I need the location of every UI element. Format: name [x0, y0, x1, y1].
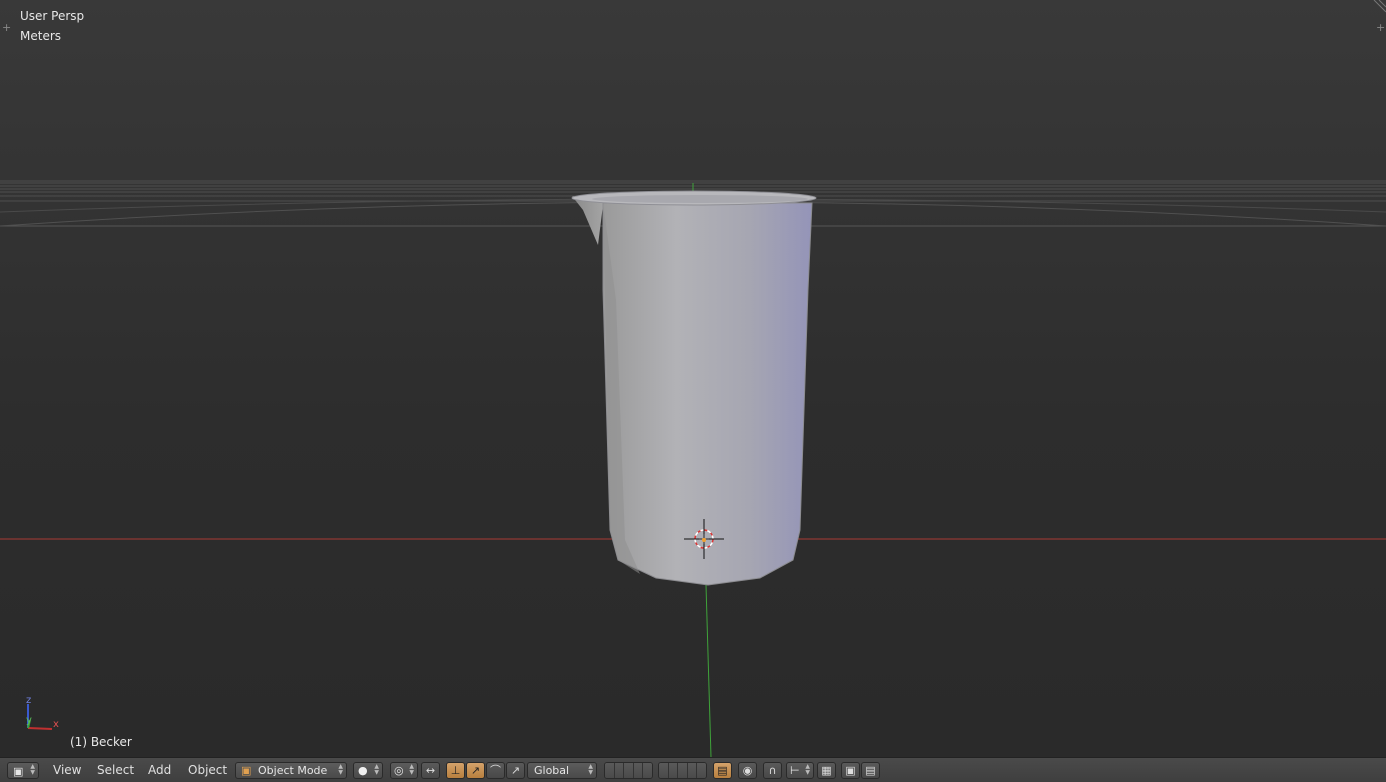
transform-orientation-dropdown[interactable]: Global ▲ ▼ [527, 762, 597, 779]
layer-button[interactable] [687, 763, 698, 778]
axis-gizmo: z y x [26, 695, 59, 730]
layer-button[interactable] [678, 763, 688, 778]
sphere-icon: ● [358, 764, 368, 777]
magnet-icon[interactable]: ∩ [763, 762, 782, 779]
chevron-updown-icon: ▲ ▼ [409, 763, 414, 776]
y-axis-line [705, 584, 712, 757]
3d-viewport[interactable]: z y x User Persp Meters (1) Becker + + [0, 0, 1386, 757]
chevron-updown-icon: ▲ ▼ [374, 763, 379, 776]
menu-select[interactable]: Select [97, 763, 134, 780]
cube-icon: ▣ [13, 765, 24, 778]
layer-button[interactable] [697, 763, 706, 778]
proportional-edit-icon[interactable]: ◉ [738, 762, 757, 779]
menu-view[interactable]: View [53, 763, 81, 780]
clapper-icon[interactable]: ▤ [861, 762, 880, 779]
layers-group-1[interactable] [604, 762, 653, 779]
layer-button[interactable] [643, 763, 652, 778]
layer-button[interactable] [624, 763, 634, 778]
orientation-label: Global [534, 764, 570, 777]
snap-target-icon[interactable]: ▦ [817, 762, 836, 779]
editor-type-selector[interactable]: ▣ ▲ ▼ [7, 762, 39, 779]
chevron-updown-icon: ▲ ▼ [338, 763, 343, 776]
region-expand-right-icon[interactable]: + [1376, 22, 1385, 33]
layers-group-2[interactable] [658, 762, 707, 779]
units-label: Meters [20, 29, 62, 43]
viewport-header: ▣ ▲ ▼ View Select Add Object ▣ Object Mod… [0, 757, 1386, 782]
pivot-point-dropdown[interactable]: ◎ ▲ ▼ [390, 762, 418, 779]
layer-button[interactable] [659, 763, 669, 778]
gizmo-x-label: x [53, 719, 59, 730]
translate-manipulator-icon[interactable]: ⊥ [446, 762, 465, 779]
object-origin [702, 538, 706, 542]
view-perspective-label: User Persp [20, 9, 85, 23]
manipulator-extra-icon[interactable]: ↗ [506, 762, 525, 779]
pivot-icon: ◎ [394, 764, 404, 777]
viewport-shading-dropdown[interactable]: ● ▲ ▼ [353, 762, 383, 779]
snap-increment-icon: ⊢ [790, 764, 800, 777]
chevron-updown-icon: ▲ ▼ [30, 763, 35, 776]
camera-icon[interactable]: ▣ [841, 762, 860, 779]
menu-add[interactable]: Add [148, 763, 171, 780]
chevron-updown-icon: ▲ ▼ [588, 763, 593, 776]
gizmo-y-label: y [26, 715, 32, 726]
layer-button[interactable] [605, 763, 615, 778]
manipulator-toggle-icon[interactable]: ↔ [421, 762, 440, 779]
gizmo-z-label: z [26, 695, 31, 706]
layer-button[interactable] [614, 763, 625, 778]
beaker-object[interactable] [571, 190, 817, 586]
mode-label: Object Mode [258, 764, 328, 777]
object-mode-icon: ▣ [241, 764, 252, 777]
scale-manipulator-icon[interactable]: ⌒ [486, 762, 505, 779]
layer-button[interactable] [668, 763, 679, 778]
snap-element-dropdown[interactable]: ⊢ ▲ ▼ [786, 762, 814, 779]
corner-handle-top-right[interactable] [1373, 0, 1386, 13]
layer-button[interactable] [633, 763, 644, 778]
menu-object[interactable]: Object [188, 763, 227, 780]
scene-canvas[interactable]: z y x [0, 0, 1386, 757]
region-expand-left-icon[interactable]: + [2, 22, 11, 33]
mode-dropdown[interactable]: ▣ Object Mode ▲ ▼ [235, 762, 347, 779]
active-object-label: (1) Becker [70, 735, 132, 749]
lock-layers-icon[interactable]: ▤ [713, 762, 732, 779]
rotate-manipulator-icon[interactable]: ↗ [466, 762, 485, 779]
chevron-updown-icon: ▲ ▼ [805, 763, 810, 776]
